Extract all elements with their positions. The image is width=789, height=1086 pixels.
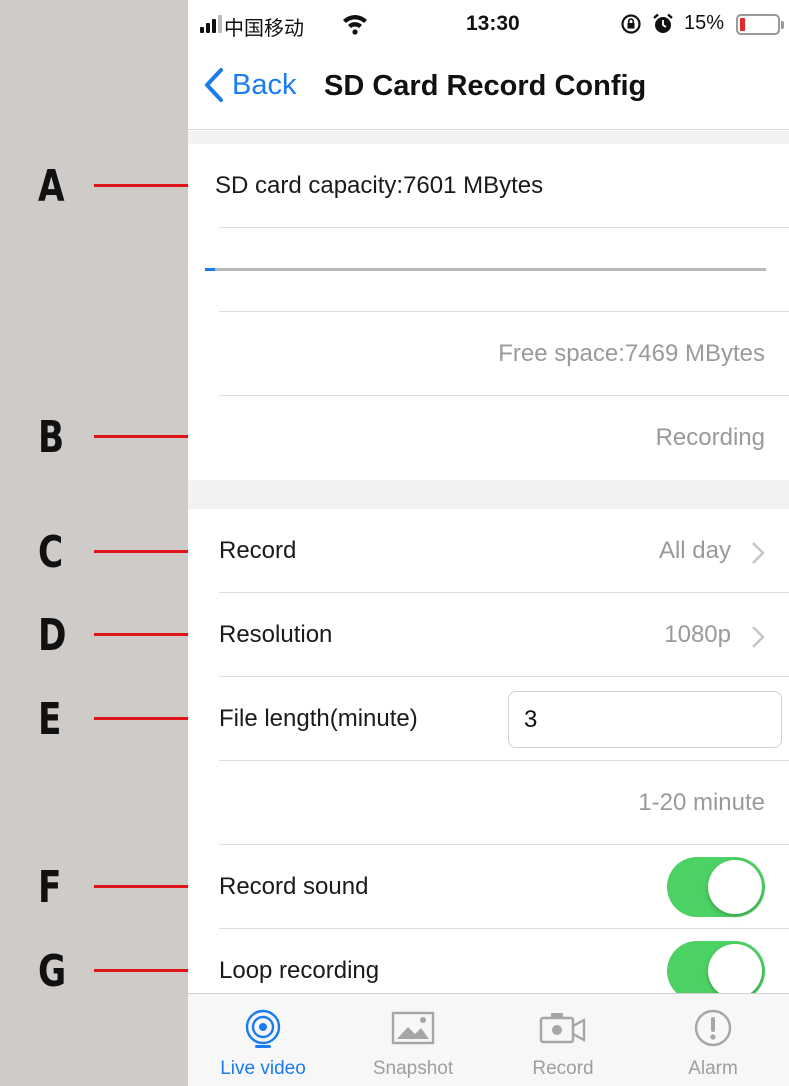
annotation-letter: C <box>38 527 64 578</box>
chevron-right-icon <box>752 542 765 564</box>
tab-label: Record <box>532 1058 594 1079</box>
tab-label: Snapshot <box>372 1058 454 1079</box>
record-sound-row: Record sound <box>188 845 789 929</box>
storage-usage-fill <box>205 268 215 271</box>
annotation-d: D <box>0 604 210 664</box>
settings-content[interactable]: SD card capacity:7601 MBytes Free space:… <box>188 131 789 993</box>
tab-label: Alarm <box>688 1058 738 1079</box>
battery-icon <box>736 14 784 35</box>
loop-recording-label: Loop recording <box>219 957 380 984</box>
file-length-label: File length(minute) <box>219 705 418 732</box>
phone-screen: 中国移动 13:30 15% Back SD Card Record Confi… <box>188 0 789 1086</box>
record-settings-group: Record All day Resolution 1080p File len… <box>188 509 789 993</box>
alarm-icon <box>694 1009 732 1047</box>
annotation-c: C <box>0 521 210 581</box>
free-space-row: Free space:7469 MBytes <box>188 312 789 396</box>
recording-status-row: Recording <box>188 396 789 480</box>
tab-label: Live video <box>220 1058 306 1079</box>
file-length-hint: 1-20 minute <box>638 789 765 816</box>
annotation-letter: E <box>38 694 62 745</box>
back-button[interactable]: Back <box>204 68 296 102</box>
back-label: Back <box>232 68 297 101</box>
record-row[interactable]: Record All day <box>188 509 789 593</box>
tab-snapshot[interactable]: Snapshot <box>338 994 488 1086</box>
page-title: SD Card Record Config <box>324 70 647 102</box>
capacity-label: SD card capacity:7601 MBytes <box>215 172 544 199</box>
rotation-lock-icon <box>621 14 641 34</box>
resolution-value: 1080p <box>664 621 731 648</box>
annotation-letter: G <box>38 946 67 997</box>
annotation-letter: B <box>38 412 65 463</box>
annotation-g: G <box>0 940 210 1000</box>
file-length-hint-row: 1-20 minute <box>188 761 789 845</box>
status-bar: 中国移动 13:30 15% <box>188 0 789 52</box>
loop-recording-toggle[interactable] <box>667 941 765 993</box>
record-value: All day <box>658 537 731 564</box>
annotation-f: F <box>0 856 210 916</box>
capacity-row: SD card capacity:7601 MBytes <box>188 144 789 228</box>
annotation-letter: D <box>38 610 67 661</box>
annotation-letter: A <box>38 161 65 212</box>
signal-strength-icon <box>200 15 222 33</box>
file-length-row: File length(minute) 3 <box>188 677 789 761</box>
navigation-bar: Back SD Card Record Config <box>188 52 789 130</box>
file-length-input[interactable]: 3 <box>508 691 782 748</box>
live-video-icon <box>245 1009 281 1048</box>
snapshot-icon <box>391 1011 435 1045</box>
chevron-right-icon <box>752 626 765 648</box>
record-sound-label: Record sound <box>219 873 369 900</box>
record-camera-icon <box>539 1013 586 1044</box>
tab-bar: Live video Snapshot Record Alarm <box>188 993 789 1086</box>
annotation-letter: F <box>38 862 62 913</box>
free-space-label: Free space:7469 MBytes <box>498 340 765 367</box>
wifi-icon <box>343 15 367 35</box>
loop-recording-row: Loop recording <box>188 929 789 993</box>
annotation-e: E <box>0 688 210 748</box>
usage-progress-row <box>188 228 789 312</box>
clock-time: 13:30 <box>466 12 520 35</box>
storage-group: SD card capacity:7601 MBytes Free space:… <box>188 144 789 480</box>
carrier-name: 中国移动 <box>224 18 304 40</box>
alarm-clock-icon <box>653 13 673 33</box>
tab-live-video[interactable]: Live video <box>188 994 338 1086</box>
tab-record[interactable]: Record <box>488 994 638 1086</box>
resolution-label: Resolution <box>219 621 333 648</box>
annotation-a: A <box>0 155 210 215</box>
record-sound-toggle[interactable] <box>667 857 765 917</box>
battery-percentage: 15% <box>684 12 725 34</box>
tab-alarm[interactable]: Alarm <box>638 994 788 1086</box>
resolution-row[interactable]: Resolution 1080p <box>188 593 789 677</box>
chevron-left-icon <box>205 68 223 102</box>
record-label: Record <box>219 537 297 564</box>
annotation-b: B <box>0 406 210 466</box>
storage-usage-progress <box>205 268 766 271</box>
recording-status: Recording <box>655 424 765 451</box>
